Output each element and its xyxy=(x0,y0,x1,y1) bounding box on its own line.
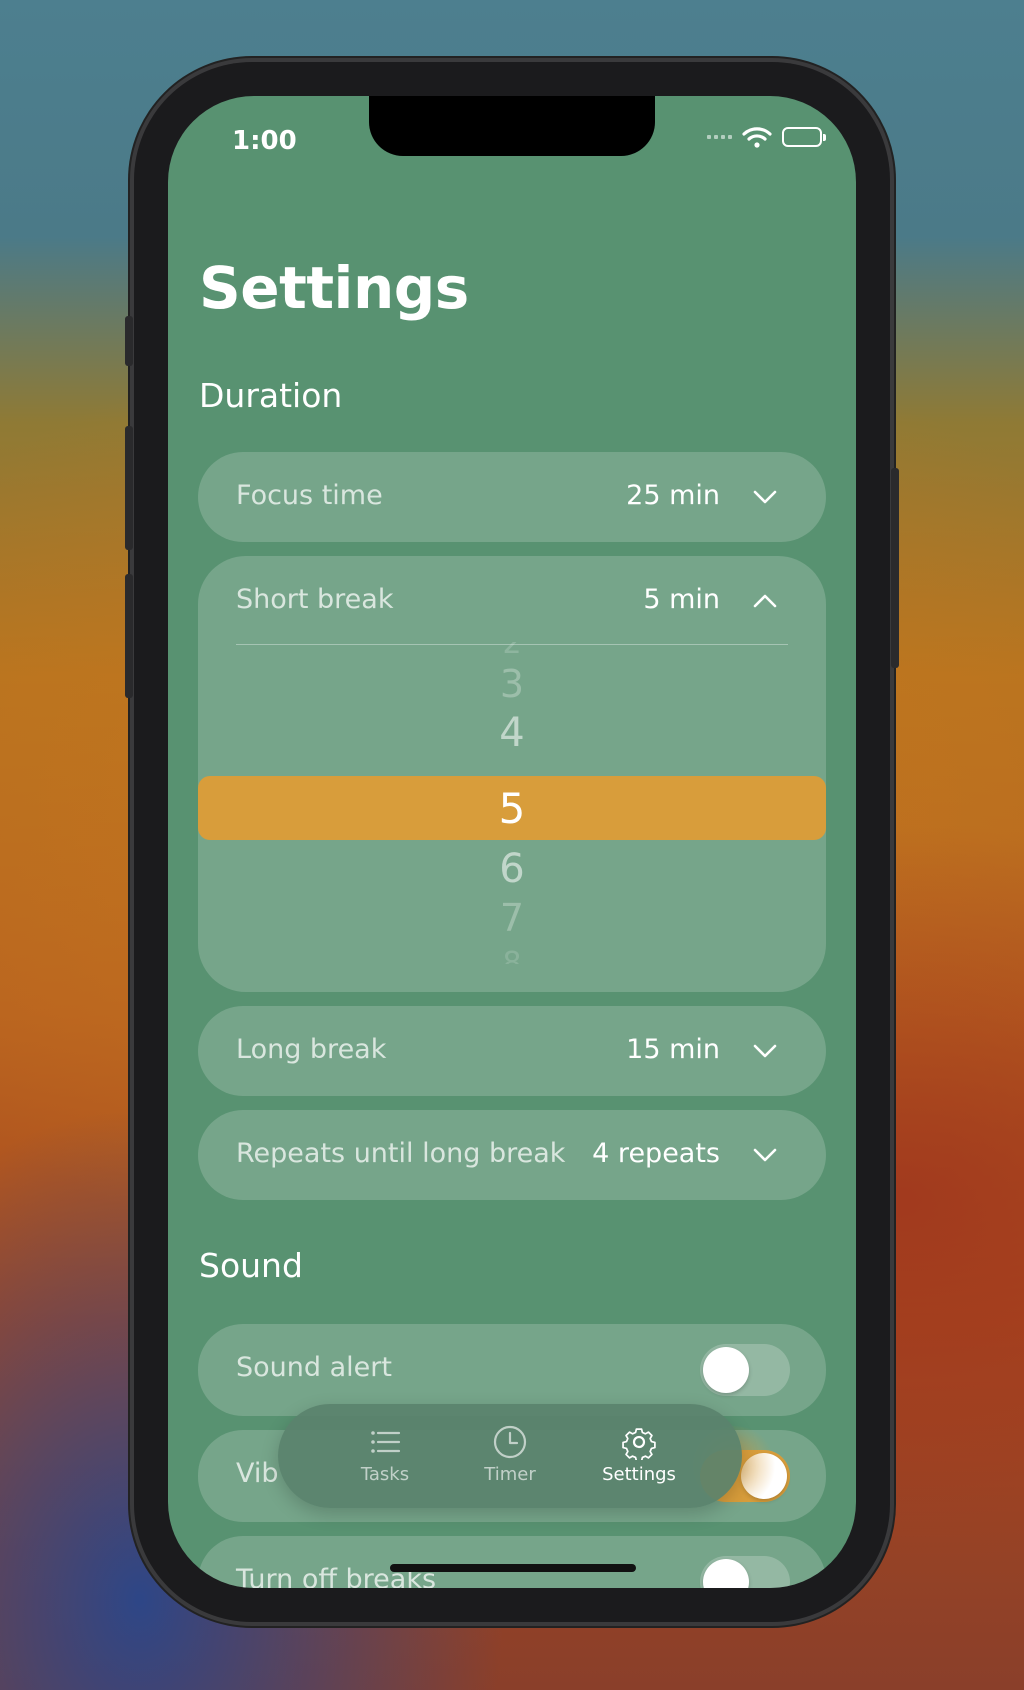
clock-icon xyxy=(493,1425,527,1459)
sound-alert-row: Sound alert xyxy=(198,1324,826,1416)
repeats-row[interactable]: Repeats until long break 4 repeats xyxy=(198,1110,826,1200)
notch xyxy=(369,96,655,156)
section-title-sound: Sound xyxy=(199,1246,303,1285)
tab-label: Timer xyxy=(484,1464,536,1485)
wifi-icon xyxy=(742,127,772,148)
power-button xyxy=(891,468,899,668)
turn-off-breaks-row: Turn off breaks xyxy=(198,1536,826,1588)
tab-label: Tasks xyxy=(360,1464,410,1485)
cellular-signal-icon xyxy=(707,135,732,139)
toggle-knob xyxy=(703,1347,749,1393)
chevron-down-icon[interactable] xyxy=(752,1142,778,1168)
short-break-row[interactable]: Short break 5 min 2 3 4 5 6 7 8 xyxy=(198,556,826,992)
battery-icon xyxy=(782,127,826,147)
repeats-value: 4 repeats xyxy=(592,1138,720,1169)
turn-off-breaks-toggle[interactable] xyxy=(700,1556,790,1588)
home-indicator xyxy=(390,1564,636,1572)
chevron-down-icon[interactable] xyxy=(752,1038,778,1064)
picker-item-selected[interactable]: 5 xyxy=(198,784,826,833)
picker-item[interactable]: 3 xyxy=(198,662,826,706)
silent-switch xyxy=(125,316,133,366)
page-title: Settings xyxy=(199,254,469,322)
picker-item[interactable]: 8 xyxy=(198,946,826,964)
phone-screen: 1:00 Settings Duration Focus time 25 min… xyxy=(168,96,856,1588)
volume-down-button xyxy=(125,574,133,698)
tab-bar: Tasks Timer Settings xyxy=(278,1404,742,1508)
status-icons xyxy=(707,126,826,148)
toggle-knob xyxy=(703,1559,749,1588)
focus-time-value: 25 min xyxy=(626,480,720,511)
tab-settings[interactable]: Settings xyxy=(584,1424,694,1485)
sound-alert-label: Sound alert xyxy=(236,1352,392,1383)
picker-item[interactable]: 2 xyxy=(198,642,826,664)
volume-up-button xyxy=(125,426,133,550)
long-break-value: 15 min xyxy=(626,1034,720,1065)
tab-label: Settings xyxy=(602,1464,676,1485)
picker-item[interactable]: 4 xyxy=(198,710,826,756)
vibration-label: Vib xyxy=(236,1458,279,1489)
tab-timer[interactable]: Timer xyxy=(455,1424,565,1485)
short-break-label: Short break xyxy=(236,584,394,615)
sound-alert-toggle[interactable] xyxy=(700,1344,790,1396)
picker-item[interactable]: 6 xyxy=(198,846,826,892)
chevron-down-icon[interactable] xyxy=(752,484,778,510)
list-icon xyxy=(371,1431,401,1453)
repeats-label: Repeats until long break xyxy=(236,1138,566,1169)
long-break-row[interactable]: Long break 15 min xyxy=(198,1006,826,1096)
focus-time-label: Focus time xyxy=(236,480,383,511)
status-time: 1:00 xyxy=(232,126,297,156)
picker-item[interactable]: 7 xyxy=(198,896,826,940)
short-break-value: 5 min xyxy=(643,584,720,615)
focus-time-row[interactable]: Focus time 25 min xyxy=(198,452,826,542)
tab-tasks[interactable]: Tasks xyxy=(330,1424,440,1485)
section-title-duration: Duration xyxy=(199,376,343,415)
long-break-label: Long break xyxy=(236,1034,387,1065)
gear-icon xyxy=(622,1428,656,1460)
chevron-up-icon[interactable] xyxy=(752,588,778,614)
